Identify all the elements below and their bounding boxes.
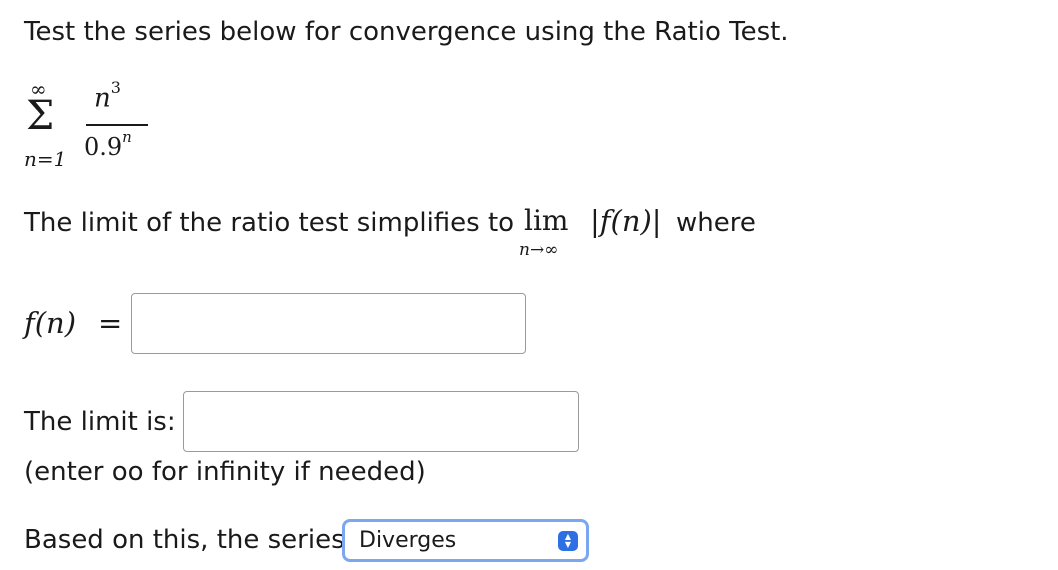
denominator-exponent: n [122,128,132,146]
convergence-select[interactable]: Diverges ▲ ▼ [342,519,589,562]
fn-label: f(n) [24,306,77,340]
limit-hint: (enter oo for infinity if needed) [24,457,426,487]
conclusion-label: Based on this, the series [24,525,345,555]
denominator-base: 0.9 [84,133,123,161]
fraction-numerator: n3 [94,78,121,114]
limit-label: The limit is: [24,407,176,437]
select-arrows-icon: ▲ ▼ [558,530,578,551]
where-text: where [676,208,756,238]
lim-operator: lim [524,204,569,237]
numerator-exponent: 3 [110,78,121,97]
series-expression: ∞ Σ n=1 n3 0.9n [20,78,160,178]
lim-subscript: n→∞ [519,240,559,260]
abs-fn-expression: |f(n)| [590,204,662,238]
sigma-symbol: Σ [26,93,55,139]
fraction-denominator: 0.9n [84,128,132,161]
limit-input[interactable] [183,391,579,452]
select-value: Diverges [359,528,457,553]
equals-sign: = [98,306,123,340]
instruction-text: Test the series below for convergence us… [24,17,789,47]
series-lower-limit: n=1 [24,147,67,171]
fraction-bar [86,124,148,126]
fn-input[interactable] [131,293,526,354]
numerator-base: n [94,83,111,114]
limit-statement-text: The limit of the ratio test simplifies t… [24,208,515,238]
